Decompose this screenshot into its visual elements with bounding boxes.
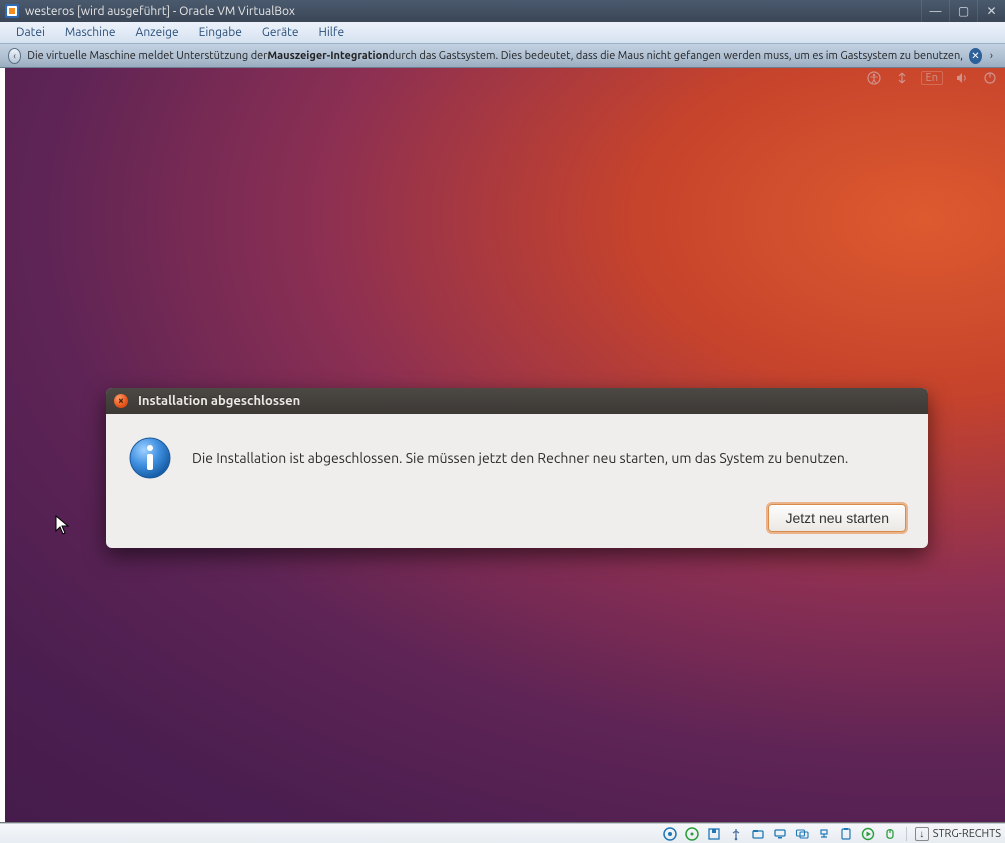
status-bar: ↓ STRG-RECHTS [0,823,1005,843]
dialog-title-text: Installation abgeschlossen [138,394,300,408]
hard-disk-icon[interactable] [662,826,678,842]
clipboard-icon[interactable] [838,826,854,842]
viewport-left-edge [0,68,5,822]
notification-text-post: durch das Gastsystem. Dies bedeutet, das… [389,50,963,62]
host-key-indicator[interactable]: ↓ STRG-RECHTS [915,827,1001,841]
menu-hilfe[interactable]: Hilfe [308,24,354,41]
close-icon[interactable]: × [114,394,128,408]
window-minimize-button[interactable]: — [921,0,949,22]
display2-icon[interactable] [794,826,810,842]
notification-dismiss-icon[interactable]: ✕ [969,48,982,64]
shared-folders-icon[interactable] [750,826,766,842]
notification-text-pre: Die virtuelle Maschine meldet Unterstütz… [27,50,267,62]
menu-datei[interactable]: Datei [6,24,55,41]
info-icon [128,436,172,480]
display-icon[interactable] [772,826,788,842]
dialog-message: Die Installation ist abgeschlossen. Sie … [192,450,848,466]
network-status-icon[interactable] [816,826,832,842]
virtualbox-app-icon [4,3,20,19]
window-controls: — ▢ ✕ [921,0,1005,22]
statusbar-separator [906,827,907,841]
dialog-body: Die Installation ist abgeschlossen. Sie … [106,414,928,548]
keyboard-down-arrow-icon: ↓ [915,827,929,841]
menu-eingabe[interactable]: Eingabe [189,24,252,41]
dialog-installation-complete: × Installation abgeschlossen [106,388,928,548]
accessibility-icon[interactable] [865,71,883,85]
volume-icon[interactable] [953,71,971,85]
window-close-button[interactable]: ✕ [977,0,1005,22]
mouse-integration-icon[interactable] [882,826,898,842]
menu-maschine[interactable]: Maschine [55,24,126,41]
notification-text-bold: Mauszeiger-Integration [267,50,388,62]
vm-viewport: En × Installation abgeschlossen [0,68,1005,823]
optical-drive-icon[interactable] [684,826,700,842]
recording-icon[interactable] [860,826,876,842]
window-title: westeros [wird ausgeführt] - Oracle VM V… [25,5,921,18]
menu-anzeige[interactable]: Anzeige [126,24,189,41]
language-indicator[interactable]: En [921,71,943,85]
notification-collapse-icon[interactable]: ‹ [8,48,21,64]
menu-bar: Datei Maschine Anzeige Eingabe Geräte Hi… [0,22,1005,44]
menu-geraete[interactable]: Geräte [252,24,309,41]
window-titlebar: westeros [wird ausgeführt] - Oracle VM V… [0,0,1005,22]
floppy-icon[interactable] [706,826,722,842]
power-icon[interactable] [981,71,999,85]
restart-now-button[interactable]: Jetzt neu starten [768,504,906,532]
notification-bar: ‹ Die virtuelle Maschine meldet Unterstü… [0,44,1005,68]
network-icon[interactable] [893,71,911,85]
guest-top-panel: En [865,68,1005,88]
dialog-titlebar[interactable]: × Installation abgeschlossen [106,388,928,414]
host-key-label: STRG-RECHTS [933,828,1001,840]
usb-icon[interactable] [728,826,744,842]
mouse-cursor-icon [55,515,71,540]
window-maximize-button[interactable]: ▢ [949,0,977,22]
notification-expand-icon[interactable]: › [986,49,997,63]
